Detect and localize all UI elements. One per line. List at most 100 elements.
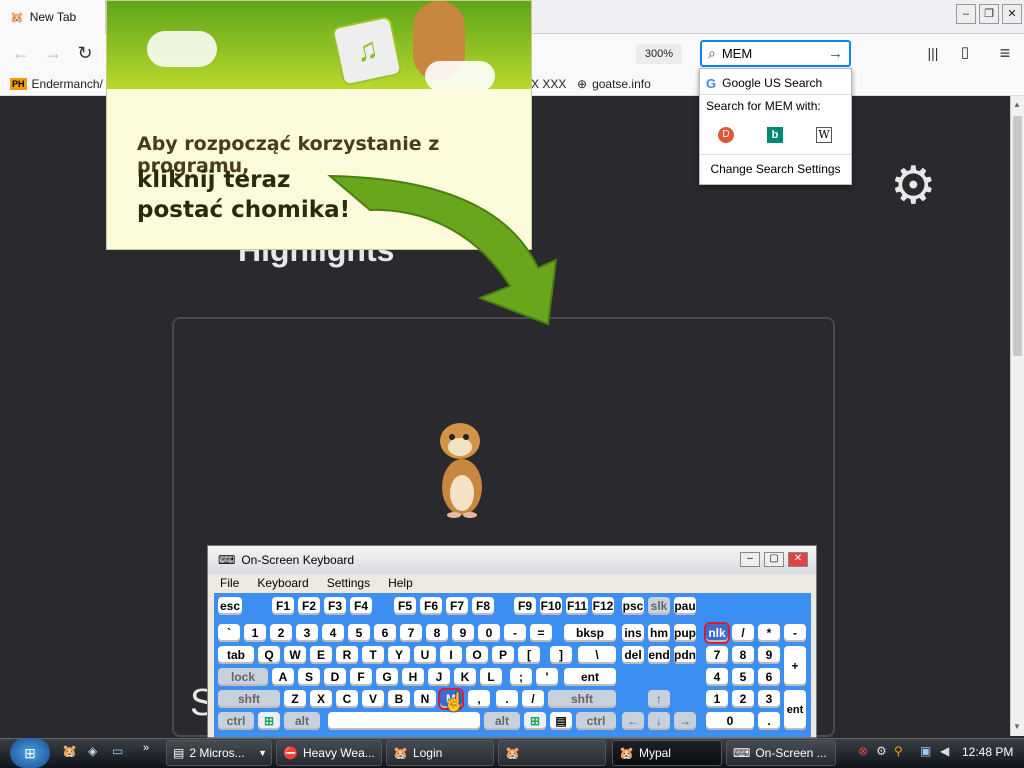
back-arrow-icon[interactable]: ←: [10, 42, 32, 64]
key-slk[interactable]: slk: [648, 597, 670, 615]
key-num-multiply[interactable]: *: [758, 624, 780, 642]
osk-maximize-button[interactable]: ▢: [764, 552, 784, 567]
key-right-ctrl[interactable]: ctrl: [576, 712, 616, 730]
scrollbar[interactable]: ▲ ▼: [1010, 96, 1024, 736]
menu-keyboard[interactable]: Keyboard: [257, 576, 308, 590]
key-1[interactable]: 1: [244, 624, 266, 642]
key-pau[interactable]: pau: [674, 597, 696, 615]
key-0[interactable]: 0: [478, 624, 500, 642]
key-c[interactable]: C: [336, 690, 358, 708]
quick-launch-desktop-icon[interactable]: ▭: [112, 744, 123, 758]
key-w[interactable]: W: [284, 646, 306, 664]
key-num-9[interactable]: 9: [758, 646, 780, 664]
menu-icon[interactable]: ≡: [994, 42, 1016, 64]
key-f2[interactable]: F2: [298, 597, 320, 615]
quick-launch-shield-icon[interactable]: ◈: [88, 744, 97, 758]
key-i[interactable]: I: [440, 646, 462, 664]
key-f[interactable]: F: [350, 668, 372, 686]
taskbar-item-login[interactable]: 🐹 Login: [386, 740, 494, 766]
key-caps-lock[interactable]: lock: [218, 668, 268, 686]
key-g[interactable]: G: [376, 668, 398, 686]
key-9[interactable]: 9: [452, 624, 474, 642]
key-up[interactable]: ↑: [648, 690, 670, 708]
start-button[interactable]: ⊞: [10, 738, 50, 768]
forward-arrow-icon[interactable]: →: [42, 42, 64, 64]
key-del[interactable]: del: [622, 646, 644, 664]
key-u[interactable]: U: [414, 646, 436, 664]
key-s[interactable]: S: [298, 668, 320, 686]
key-z[interactable]: Z: [284, 690, 306, 708]
search-input[interactable]: ⌕ MEM →: [700, 40, 851, 67]
key-pdn[interactable]: pdn: [674, 646, 696, 664]
maximize-button[interactable]: ❐: [979, 4, 999, 24]
key-num-add[interactable]: +: [784, 646, 806, 686]
taskbar-item-word[interactable]: ▤ 2 Micros... ▼: [166, 740, 272, 766]
key-right-shift[interactable]: shft: [548, 690, 616, 708]
tray-network-icon[interactable]: ▣: [920, 744, 931, 758]
key-5[interactable]: 5: [348, 624, 370, 642]
key-d[interactable]: D: [324, 668, 346, 686]
taskbar-item-mypal[interactable]: 🐹 Mypal: [612, 740, 722, 766]
key-period[interactable]: .: [496, 690, 518, 708]
key-esc[interactable]: esc: [218, 597, 242, 615]
key-r[interactable]: R: [336, 646, 358, 664]
key-num-3[interactable]: 3: [758, 690, 780, 708]
key-n[interactable]: N: [414, 690, 436, 708]
sidebar-icon[interactable]: ▯: [954, 42, 976, 64]
key-f6[interactable]: F6: [420, 597, 442, 615]
key-f1[interactable]: F1: [272, 597, 294, 615]
tray-volume-icon[interactable]: ◀: [940, 744, 949, 758]
reload-icon[interactable]: ↻: [74, 42, 96, 64]
key-nlk[interactable]: nlk: [704, 622, 730, 644]
key-v[interactable]: V: [362, 690, 384, 708]
key-2[interactable]: 2: [270, 624, 292, 642]
key-x[interactable]: X: [310, 690, 332, 708]
key-t[interactable]: T: [362, 646, 384, 664]
key-b[interactable]: B: [388, 690, 410, 708]
key-minus[interactable]: -: [504, 624, 526, 642]
key-num-subtract[interactable]: -: [784, 624, 806, 642]
key-y[interactable]: Y: [388, 646, 410, 664]
key-equal[interactable]: =: [530, 624, 552, 642]
key-ins[interactable]: ins: [622, 624, 644, 642]
key-f12[interactable]: F12: [592, 597, 614, 615]
key-q[interactable]: Q: [258, 646, 280, 664]
key-num-0[interactable]: 0: [706, 712, 754, 730]
zoom-level[interactable]: 300%: [636, 44, 682, 64]
osk-minimize-button[interactable]: –: [740, 552, 760, 567]
taskbar-item-osk[interactable]: ⌨ On-Screen ...: [726, 740, 836, 766]
close-button[interactable]: ✕: [1002, 4, 1022, 24]
key-slash[interactable]: /: [522, 690, 544, 708]
key-p[interactable]: P: [492, 646, 514, 664]
wikipedia-icon[interactable]: W: [816, 127, 832, 143]
key-semicolon[interactable]: ;: [510, 668, 532, 686]
key-left[interactable]: ←: [622, 712, 644, 730]
bookmark-endermanch[interactable]: PH Endermanch/: [10, 75, 103, 93]
key-3[interactable]: 3: [296, 624, 318, 642]
key-num-enter[interactable]: ent: [784, 690, 806, 730]
tray-search-icon[interactable]: ⚲: [894, 744, 903, 758]
key-bksp[interactable]: bksp: [564, 624, 616, 642]
key-o[interactable]: O: [466, 646, 488, 664]
osk-close-button[interactable]: ✕: [788, 552, 808, 567]
key-f7[interactable]: F7: [446, 597, 468, 615]
key-hm[interactable]: hm: [648, 624, 670, 642]
google-search-option[interactable]: G Google US Search: [700, 73, 851, 93]
quick-launch-hamster-icon[interactable]: 🐹: [62, 744, 77, 758]
key-k[interactable]: K: [454, 668, 476, 686]
key-f9[interactable]: F9: [514, 597, 536, 615]
menu-help[interactable]: Help: [388, 576, 413, 590]
menu-file[interactable]: File: [220, 576, 239, 590]
menu-settings[interactable]: Settings: [327, 576, 370, 590]
duckduckgo-icon[interactable]: D: [718, 127, 734, 143]
key-num-7[interactable]: 7: [706, 646, 728, 664]
key-h[interactable]: H: [402, 668, 424, 686]
key-num-4[interactable]: 4: [706, 668, 728, 686]
key-num-8[interactable]: 8: [732, 646, 754, 664]
key-f5[interactable]: F5: [394, 597, 416, 615]
key-backslash[interactable]: \: [578, 646, 616, 664]
key-e[interactable]: E: [310, 646, 332, 664]
tab-new-tab[interactable]: 🐹 New Tab: [0, 0, 106, 34]
library-icon[interactable]: |||: [922, 42, 944, 64]
key-j[interactable]: J: [428, 668, 450, 686]
